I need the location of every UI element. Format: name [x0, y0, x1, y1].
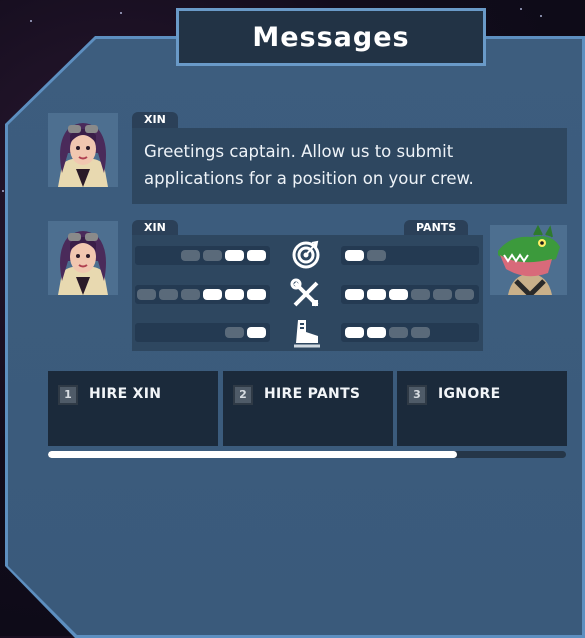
- right-stat-bar-2: [341, 285, 479, 304]
- stats-comparison: [132, 235, 483, 351]
- stat-pip: [225, 327, 244, 338]
- stat-pip: [455, 289, 474, 300]
- choice-ignore-button[interactable]: 3 IGNORE: [397, 371, 567, 446]
- pants-portrait: [490, 225, 567, 295]
- choice-number-3: 3: [407, 385, 427, 405]
- choice-label: IGNORE: [438, 386, 501, 402]
- right-candidate-name: PANTS: [404, 220, 469, 236]
- stat-pip: [411, 289, 430, 300]
- title-tab: Messages: [176, 8, 486, 66]
- decision-timer-bar: [48, 451, 566, 458]
- stat-pip: [389, 289, 408, 300]
- decision-timer-fill: [48, 451, 458, 458]
- message-text-line2: applications for a position on your crew…: [144, 169, 474, 188]
- left-stat-bar-3: [135, 323, 270, 342]
- left-candidate-name: XIN: [132, 220, 178, 236]
- xin-portrait: [48, 113, 118, 187]
- left-stat-bar-2: [135, 285, 270, 304]
- target-icon: [292, 240, 320, 269]
- xin-portrait-compare: [48, 221, 118, 295]
- speaker-name-tab: XIN: [132, 112, 178, 128]
- choice-hire-pants-button[interactable]: 2 HIRE PANTS: [223, 371, 393, 446]
- stat-pip: [203, 250, 222, 261]
- stat-pip: [367, 327, 386, 338]
- stat-pip: [181, 289, 200, 300]
- stat-pip: [367, 289, 386, 300]
- stat-pip: [247, 250, 266, 261]
- choice-label: HIRE PANTS: [264, 386, 361, 402]
- stat-pip: [345, 250, 364, 261]
- star: [120, 12, 122, 14]
- stat-pip: [225, 289, 244, 300]
- star: [520, 8, 522, 10]
- stat-pip: [247, 327, 266, 338]
- star: [30, 20, 32, 22]
- wrench-screwdriver-icon: [290, 278, 319, 307]
- stat-pip: [433, 289, 452, 300]
- right-stat-bar-1: [341, 246, 479, 265]
- choice-hire-xin-button[interactable]: 1 HIRE XIN: [48, 371, 218, 446]
- left-stat-bar-1: [135, 246, 270, 265]
- choice-number-1: 1: [58, 385, 78, 405]
- star: [2, 190, 4, 192]
- stat-pip: [389, 327, 408, 338]
- stat-pip: [367, 250, 386, 261]
- star: [540, 15, 542, 17]
- panel-title: Messages: [252, 21, 410, 53]
- stat-pip: [345, 327, 364, 338]
- right-stat-bar-3: [341, 323, 479, 342]
- stat-pip: [225, 250, 244, 261]
- stat-pip: [247, 289, 266, 300]
- message-text-line1: Greetings captain. Allow us to submit: [144, 142, 454, 161]
- stat-pip: [159, 289, 178, 300]
- choice-label: HIRE XIN: [89, 386, 162, 402]
- stat-pip: [345, 289, 364, 300]
- stat-pip: [137, 289, 156, 300]
- stat-pip: [411, 327, 430, 338]
- message-box: Greetings captain. Allow us to submit ap…: [132, 128, 567, 204]
- choice-number-2: 2: [233, 385, 253, 405]
- stat-pip: [181, 250, 200, 261]
- stat-pip: [203, 289, 222, 300]
- boot-icon: [294, 320, 320, 348]
